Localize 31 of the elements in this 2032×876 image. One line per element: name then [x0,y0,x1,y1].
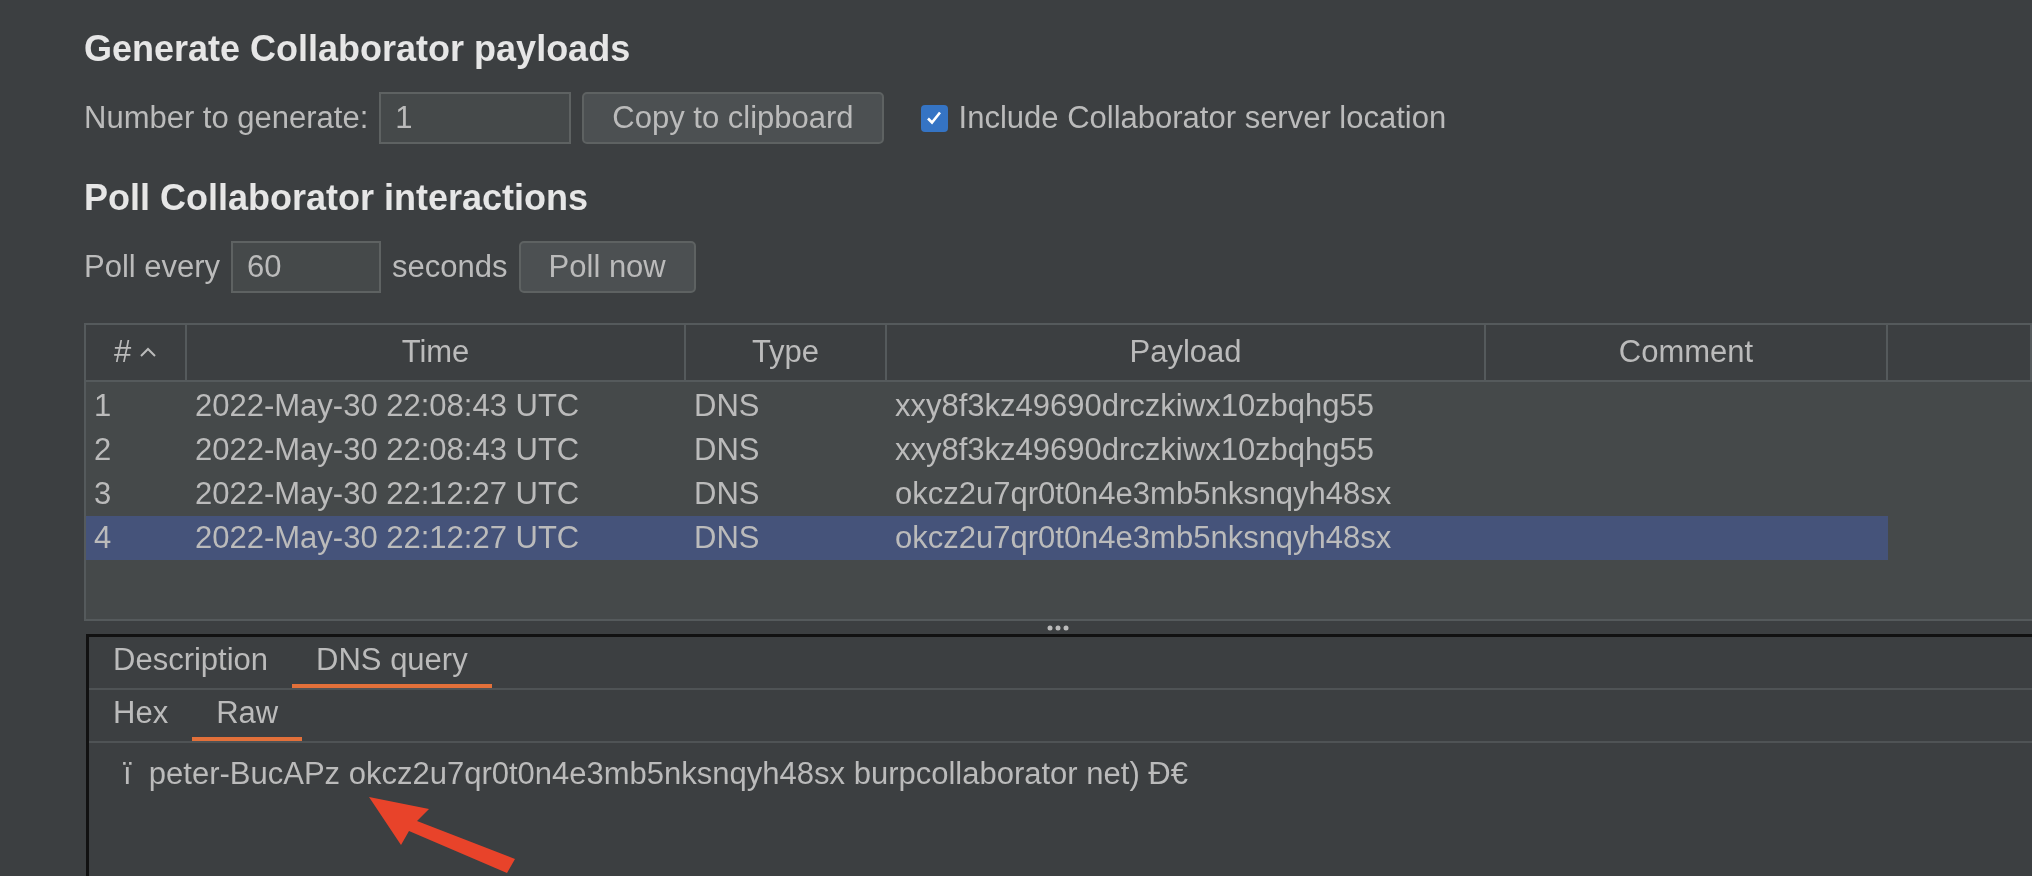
column-header[interactable]: Type [686,325,887,382]
field-label: seconds [392,247,508,286]
tab[interactable]: Raw [192,690,303,741]
table-row[interactable]: 3 2022-May-30 22:12:27 UTC DNS okcz2u7qr0t0n4e3mb5nksnqyh48sx [86,472,2032,516]
table-cell: DNS [686,516,887,560]
checkbox-label: Include Collaborator server location [958,98,1447,137]
column-header[interactable]: Payload [887,325,1486,382]
field-label: Number to generate: [84,98,369,137]
tab[interactable]: Description [89,637,293,688]
interval-field[interactable]: 60 [231,241,382,293]
table-row[interactable]: 2 2022-May-30 22:08:43 UTC DNS xxy8f3kz49690drczkiwx10zbqhg55 [86,428,2032,472]
table-row[interactable]: 4 2022-May-30 22:12:27 UTC DNS okcz2u7qr0t0n4e3mb5nksnqyh48sx [86,516,2032,560]
checkmark-icon [925,109,944,127]
section-heading: Poll Collaborator interactions [84,176,590,220]
column-header[interactable]: # [86,325,187,382]
tab[interactable]: Hex [89,690,193,741]
column-header[interactable]: Time [187,325,686,382]
column-header[interactable]: Comment [1486,325,1888,382]
poll-button[interactable]: Poll now [518,241,696,293]
copy-button[interactable]: Copy to clipboard [582,92,884,144]
number-field[interactable]: 1 [379,92,572,144]
tab[interactable]: DNS query [292,637,492,688]
raw-text: ï peter-BucAPz okcz2u7qr0t0n4e3mb5nksnqyh48sx burpcollaborator net) Ð€ [122,755,1189,793]
table-cell: okcz2u7qr0t0n4e3mb5nksnqyh48sx [887,516,1486,560]
table-cell: 4 [86,516,187,560]
section-heading: Generate Collaborator payloads [84,27,632,71]
splitter-handle-icon[interactable] [1047,624,1069,631]
field-label: Poll every [84,247,221,286]
checkbox[interactable] [920,104,948,132]
table-cell: 2022-May-30 22:12:27 UTC [187,516,686,560]
table-row[interactable]: 1 2022-May-30 22:08:43 UTC DNS xxy8f3kz49690drczkiwx10zbqhg55 [86,384,2032,428]
